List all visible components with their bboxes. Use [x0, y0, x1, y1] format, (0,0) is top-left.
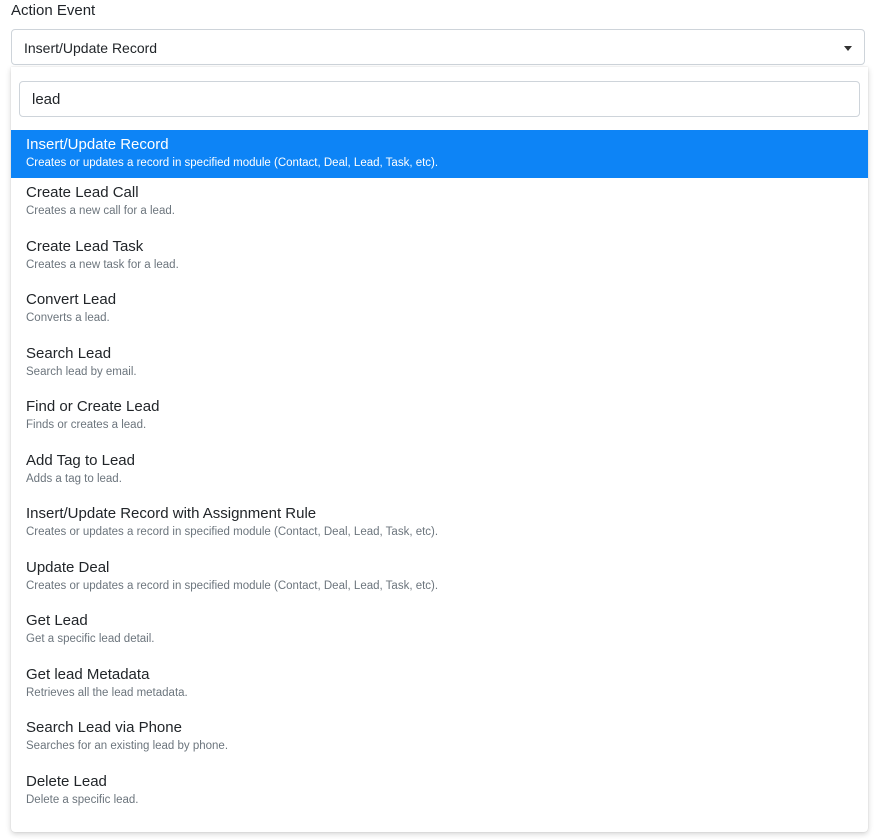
option-description: Search lead by email.: [26, 365, 137, 378]
option-title: Get lead Metadata: [26, 665, 150, 683]
option-title: Get Lead: [26, 612, 88, 629]
option-description: Creates or updates a record in specified…: [26, 579, 439, 592]
option-description: Finds or creates a lead.: [26, 419, 147, 431]
option-description: Searches for an existing lead by phone.: [26, 740, 229, 752]
option-item[interactable]: Update Deal Creates or updates a record i…: [11, 552, 868, 606]
option-title: Delete Lead: [26, 772, 107, 790]
search-input[interactable]: [19, 81, 860, 117]
option-item[interactable]: Create Lead Task Creates a new task for a…: [11, 231, 868, 285]
option-description: Adds a tag to lead.: [26, 472, 122, 485]
option-title: Add Tag to Lead: [26, 451, 135, 469]
option-description: Delete a specific lead.: [26, 793, 139, 806]
selected-value: Insert/Update Record: [24, 40, 158, 56]
option-title: Insert/Update Record: [26, 136, 169, 153]
option-title: Create Lead Task: [26, 237, 144, 255]
option-title: Find or Create Lead: [26, 398, 160, 415]
option-item[interactable]: Search Lead via Phone Searches for an exi…: [11, 713, 868, 767]
options-list: Insert/Update Record Creates or updates a…: [11, 130, 868, 820]
option-item[interactable]: Convert Lead Converts a lead.: [11, 285, 868, 339]
chevron-down-icon[interactable]: [844, 46, 852, 51]
dropdown-menu: Insert/Update Record Creates or updates a…: [11, 67, 868, 832]
option-description: Converts a lead.: [26, 312, 110, 324]
option-title: Convert Lead: [26, 291, 117, 308]
action-event-select[interactable]: Insert/Update Record: [11, 29, 865, 65]
option-item[interactable]: Create Lead Call Creates a new call for a…: [11, 178, 868, 232]
option-description: Creates a new call for a lead.: [26, 205, 175, 217]
option-title: Update Deal: [26, 558, 110, 576]
option-description: Creates or updates a record in specified…: [26, 157, 439, 169]
action-event-field: Action Event Insert/Update Record Insert…: [0, 0, 877, 839]
option-item[interactable]: Find or Create Lead Finds or creates a le…: [11, 392, 868, 446]
option-title: Search Lead via Phone: [26, 719, 182, 736]
option-title: Insert/Update Record with Assignment Rul…: [26, 505, 317, 522]
option-item[interactable]: Add Tag to Lead Adds a tag to lead.: [11, 445, 868, 499]
option-description: Retrieves all the lead metadata.: [26, 686, 188, 699]
option-item[interactable]: Get lead Metadata Retrieves all the lead …: [11, 659, 868, 713]
option-item[interactable]: Delete Lead Delete a specific lead.: [11, 766, 868, 820]
option-description: Get a specific lead detail.: [26, 633, 155, 645]
option-description: Creates or updates a record in specified…: [26, 526, 439, 538]
option-item[interactable]: Search Lead Search lead by email.: [11, 338, 868, 392]
option-description: Creates a new task for a lead.: [26, 258, 179, 271]
option-item[interactable]: Get Lead Get a specific lead detail.: [11, 606, 868, 660]
option-item[interactable]: Insert/Update Record Creates or updates a…: [11, 130, 868, 178]
option-item[interactable]: Insert/Update Record with Assignment Rul…: [11, 499, 868, 553]
field-label: Action Event: [11, 2, 96, 19]
option-title: Search Lead: [26, 344, 112, 362]
option-title: Create Lead Call: [26, 184, 139, 201]
